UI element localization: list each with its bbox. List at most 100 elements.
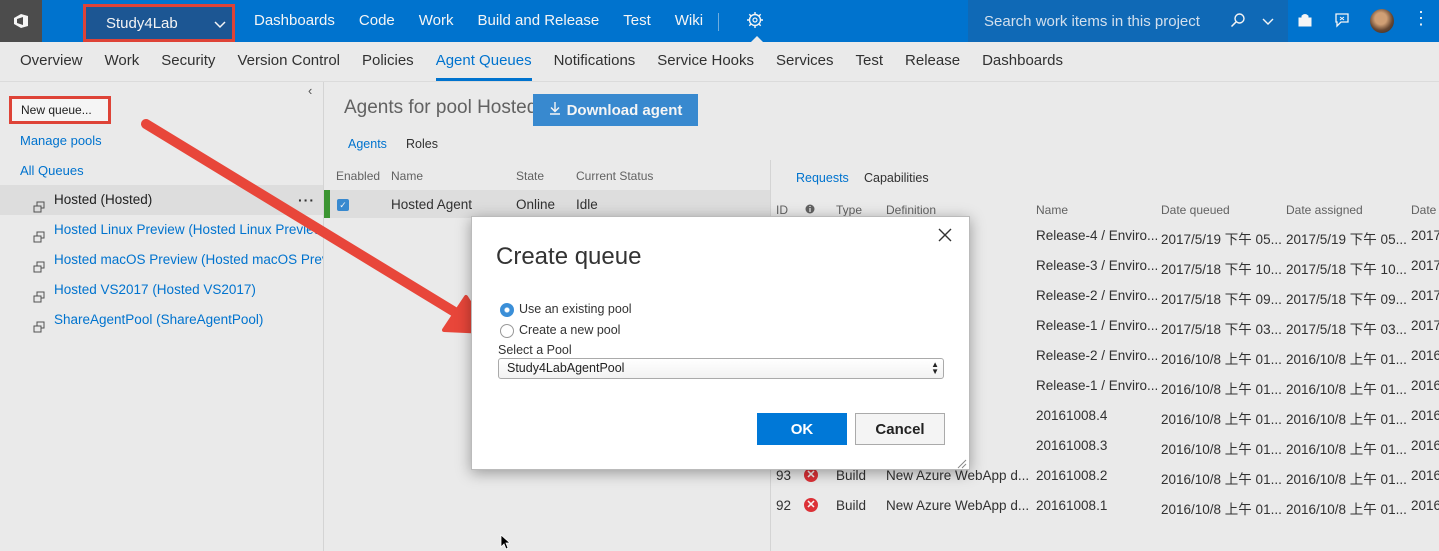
column-header-state[interactable]: State	[516, 169, 544, 183]
queue-label: Hosted macOS Preview (Hosted macOS Previ…	[54, 252, 323, 267]
request-type: Build	[836, 498, 867, 513]
hub-nav: Dashboards Code Work Build and Release T…	[242, 0, 715, 42]
tab-work[interactable]: Work	[94, 42, 151, 81]
nav-code[interactable]: Code	[347, 0, 407, 42]
nav-build-and-release[interactable]: Build and Release	[465, 0, 611, 42]
tab-release[interactable]: Release	[894, 42, 971, 81]
radio-existing-pool-label[interactable]: Use an existing pool	[519, 302, 632, 316]
download-agent-button[interactable]: Download agent	[533, 94, 698, 126]
chevron-down-icon[interactable]	[1262, 15, 1274, 30]
queue-item-shareagentpool[interactable]: ShareAgentPool (ShareAgentPool)	[0, 305, 323, 335]
search-box[interactable]: Search work items in this project	[968, 0, 1288, 42]
request-date: 2017,	[1411, 258, 1439, 273]
nav-wiki[interactable]: Wiki	[663, 0, 715, 42]
tab-roles[interactable]: Roles	[406, 137, 438, 151]
queue-item-hosted-linux[interactable]: Hosted Linux Preview (Hosted Linux Previ…	[0, 215, 323, 245]
request-date-queued: 2017/5/18 下午 10...	[1161, 262, 1282, 277]
request-name: 20161008.1	[1036, 498, 1108, 513]
queue-label: Hosted VS2017 (Hosted VS2017)	[54, 282, 256, 297]
request-name: 20161008.3	[1036, 438, 1108, 453]
request-date: 2017,	[1411, 228, 1439, 243]
more-icon[interactable]: ⋮	[1412, 8, 1431, 29]
tab-version-control[interactable]: Version Control	[226, 42, 351, 81]
request-date: 2016,	[1411, 348, 1439, 363]
tab-capabilities[interactable]: Capabilities	[864, 171, 929, 185]
avatar[interactable]	[1370, 9, 1394, 33]
request-date-assigned: 2016/10/8 上午 01...	[1286, 412, 1407, 427]
request-date-queued: 2016/10/8 上午 01...	[1161, 352, 1282, 367]
tab-agents[interactable]: Agents	[348, 137, 387, 151]
feedback-icon[interactable]	[1334, 12, 1350, 31]
tab-test[interactable]: Test	[845, 42, 895, 81]
request-date-assigned: 2016/10/8 上午 01...	[1286, 502, 1407, 517]
gear-icon[interactable]	[746, 11, 764, 32]
agent-state: Online	[516, 197, 556, 212]
tab-security[interactable]: Security	[150, 42, 226, 81]
nav-work[interactable]: Work	[407, 0, 466, 42]
request-date-queued: 2016/10/8 上午 01...	[1161, 412, 1282, 427]
column-header-id[interactable]: ID	[776, 203, 788, 217]
request-date: 2016,	[1411, 468, 1439, 483]
queue-item-hosted-vs2017[interactable]: Hosted VS2017 (Hosted VS2017)	[0, 275, 323, 305]
queue-item-hosted-macos[interactable]: Hosted macOS Preview (Hosted macOS Previ…	[0, 245, 323, 275]
tab-overview[interactable]: Overview	[0, 42, 94, 81]
column-header-type[interactable]: Type	[836, 203, 862, 217]
radio-existing-pool[interactable]	[500, 303, 514, 317]
request-type: Build	[836, 468, 867, 483]
request-name: Release-1 / Enviro...	[1036, 378, 1159, 393]
tab-dashboards[interactable]: Dashboards	[971, 42, 1074, 81]
collapse-icon[interactable]: ‹	[308, 83, 312, 98]
nav-test[interactable]: Test	[611, 0, 663, 42]
pool-select[interactable]: Study4LabAgentPool ▲ ▼	[498, 358, 944, 379]
enabled-checkbox[interactable]: ✓	[337, 199, 349, 211]
new-queue-button[interactable]: New queue...	[9, 96, 111, 124]
error-status-icon: ✕	[804, 498, 818, 512]
tab-agent-queues[interactable]: Agent Queues	[425, 42, 543, 81]
tab-policies[interactable]: Policies	[351, 42, 425, 81]
nav-dashboards[interactable]: Dashboards	[242, 0, 347, 42]
ok-button[interactable]: OK	[757, 413, 847, 445]
tab-requests[interactable]: Requests	[796, 171, 849, 185]
tab-service-hooks[interactable]: Service Hooks	[646, 42, 765, 81]
tab-services[interactable]: Services	[765, 42, 845, 81]
column-header-enabled[interactable]: Enabled	[336, 169, 380, 183]
resize-grip-icon[interactable]	[957, 457, 967, 472]
project-name: Study4Lab	[106, 14, 178, 32]
column-header-name[interactable]: Name	[391, 169, 423, 183]
column-header-date[interactable]: Date	[1411, 203, 1436, 217]
request-date: 2016,	[1411, 498, 1439, 513]
more-icon[interactable]: ···	[298, 185, 315, 215]
request-date: 2017,	[1411, 318, 1439, 333]
queue-icon	[33, 224, 45, 245]
vsts-logo-icon[interactable]	[0, 0, 42, 42]
dialog-title: Create queue	[496, 243, 642, 270]
top-bar: Study4Lab Dashboards Code Work Build and…	[0, 0, 1439, 42]
radio-new-pool[interactable]	[500, 324, 514, 338]
tab-notifications[interactable]: Notifications	[543, 42, 647, 81]
cancel-button[interactable]: Cancel	[855, 413, 945, 445]
table-row[interactable]: ✓ Hosted Agent Online Idle	[324, 190, 770, 218]
queue-icon	[33, 284, 45, 305]
column-header-name[interactable]: Name	[1036, 203, 1068, 217]
project-selector[interactable]: Study4Lab	[83, 4, 235, 42]
search-icon[interactable]	[1230, 12, 1246, 31]
agent-status: Idle	[576, 197, 598, 212]
request-date-assigned: 2016/10/8 上午 01...	[1286, 352, 1407, 367]
column-header-date-assigned[interactable]: Date assigned	[1286, 203, 1363, 217]
radio-new-pool-label[interactable]: Create a new pool	[519, 323, 620, 337]
request-date-assigned: 2017/5/18 下午 09...	[1286, 292, 1407, 307]
column-header-date-queued[interactable]: Date queued	[1161, 203, 1230, 217]
queue-item-hosted[interactable]: Hosted (Hosted) ···	[0, 185, 323, 215]
table-row[interactable]: ✕ 92 Build New Azure WebApp d... 20161008.1 2…	[771, 492, 1439, 522]
close-icon[interactable]	[938, 225, 952, 248]
agent-name: Hosted Agent	[391, 197, 473, 212]
search-input[interactable]: Search work items in this project	[984, 13, 1200, 30]
select-pool-label: Select a Pool	[498, 343, 572, 357]
column-header-current-status[interactable]: Current Status	[576, 169, 653, 183]
manage-pools-link[interactable]: Manage pools	[20, 133, 102, 148]
chevron-down-icon	[214, 17, 226, 34]
all-queues-link[interactable]: All Queues	[20, 163, 84, 178]
error-status-icon: ✕	[804, 468, 818, 482]
shopping-bag-icon[interactable]	[1297, 12, 1313, 31]
column-header-definition[interactable]: Definition	[886, 203, 936, 217]
